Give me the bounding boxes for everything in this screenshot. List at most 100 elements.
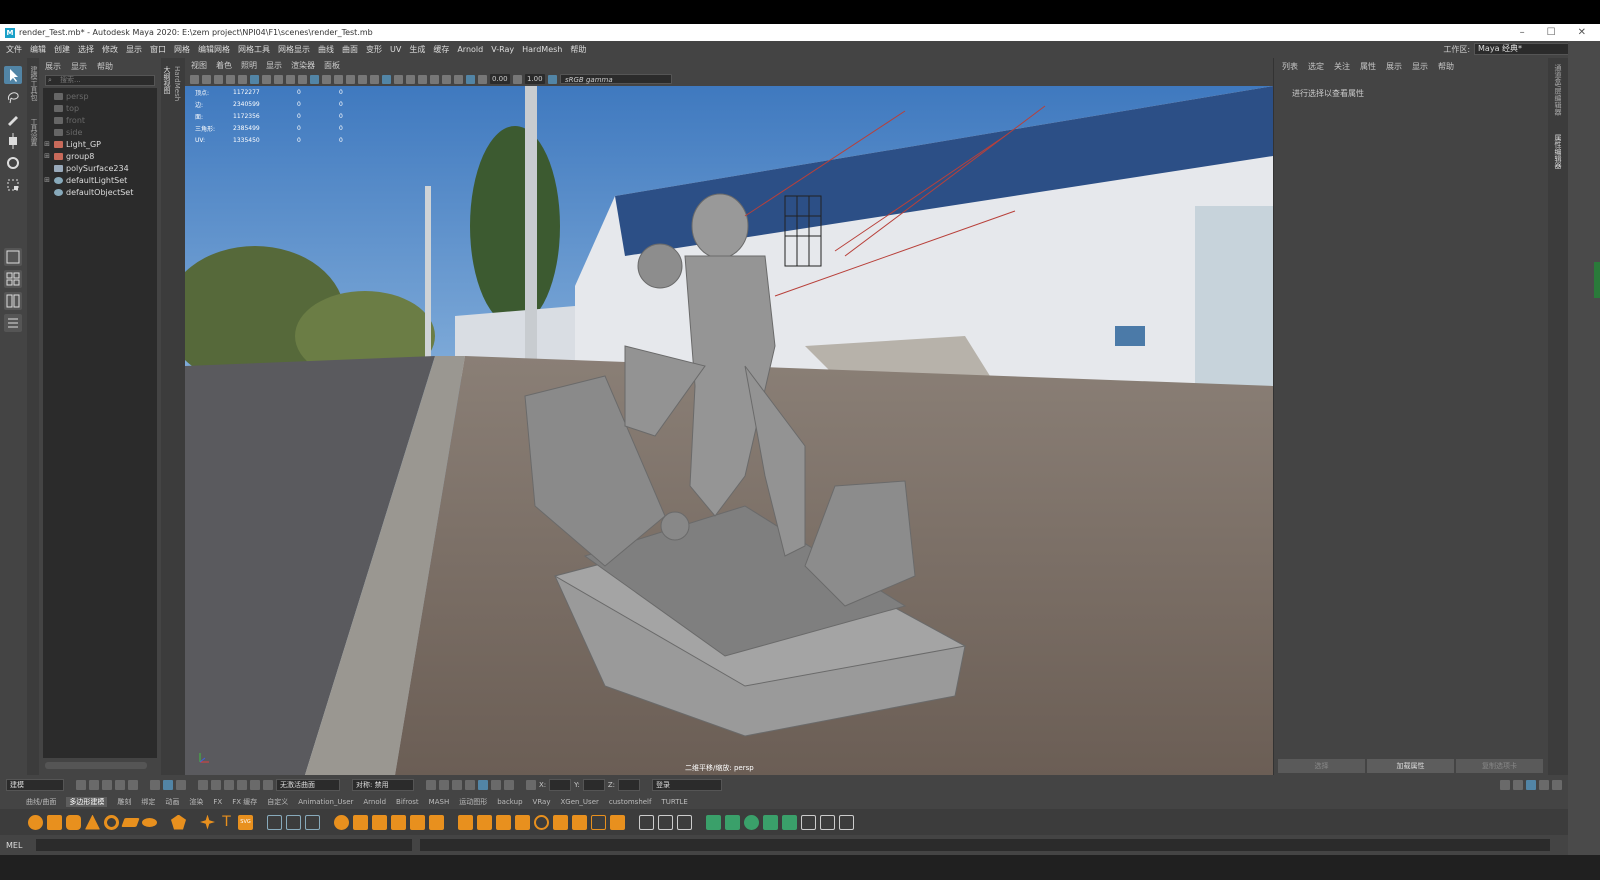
maximize-button[interactable]: ☐ [1547,27,1556,38]
login-dropdown[interactable]: 登录 [652,779,723,791]
scale-tool-icon[interactable] [4,176,22,194]
camera-attr-icon[interactable] [202,74,211,84]
ipr-render-icon[interactable] [452,780,462,790]
delete-history-icon[interactable] [839,814,854,830]
command-language-label[interactable]: MEL [6,841,28,850]
ssao-icon[interactable] [310,74,319,84]
combine-icon[interactable] [334,814,349,830]
shelf-tab-animation-user[interactable]: Animation_User [298,798,353,806]
outliner-tab[interactable]: 大纲视图 [162,66,172,94]
outliner-item-top[interactable]: top [43,102,157,114]
four-view-icon[interactable] [4,270,22,288]
platonic-solid-icon[interactable] [171,814,186,830]
live-surface-field[interactable]: 无激活曲面 [276,779,340,791]
motion-blur-icon[interactable] [322,74,331,84]
fill-hole-icon[interactable] [534,814,549,830]
planar-uv-icon[interactable] [706,814,721,830]
attribute-editor-tab[interactable]: 属性编辑器 [1553,134,1563,169]
menu-edit[interactable]: 编辑 [30,44,46,55]
grid-icon[interactable] [238,74,247,84]
tool-settings-icon[interactable] [1539,780,1549,790]
workspace-dropdown[interactable]: Maya 经典* [1474,43,1571,55]
xray-icon[interactable] [358,74,367,84]
grease-pencil-icon[interactable] [466,74,475,84]
attr-menu-focus[interactable]: 关注 [1334,61,1350,71]
expand-icon[interactable]: ⊞ [43,152,51,160]
minimize-button[interactable]: – [1520,27,1525,38]
cylindrical-uv-icon[interactable] [725,814,740,830]
shelf-tab-curves[interactable]: 曲线/曲面 [26,797,56,807]
shelf-tab-customshelf[interactable]: customshelf [609,798,652,806]
resolution-gate-icon[interactable] [394,74,403,84]
rotate-tool-icon[interactable] [4,154,22,172]
textured-icon[interactable] [274,74,283,84]
redo-icon[interactable] [128,780,138,790]
uv-cut-icon[interactable] [782,814,797,830]
channel-box-tab[interactable]: 通道盒/层编辑器 [1553,64,1563,115]
menu-help[interactable]: 帮助 [570,44,586,55]
shelf-tab-xgen-user[interactable]: XGen_User [560,798,598,806]
target-weld-icon[interactable] [658,814,673,830]
shelf-tab-vray[interactable]: VRay [533,798,551,806]
close-button[interactable]: ✕ [1578,27,1586,38]
safe-action-icon[interactable] [430,74,439,84]
attr-menu-selected[interactable]: 选定 [1308,61,1324,71]
outliner-item-default-light-set[interactable]: ⊞ defaultLightSet [43,174,157,186]
move-tool-icon[interactable] [4,132,22,150]
merge-icon[interactable] [572,814,587,830]
shelf-tab-fx[interactable]: FX [213,798,222,806]
select-hierarchy-icon[interactable] [150,780,160,790]
outliner-item-front[interactable]: front [43,114,157,126]
make-hole-icon[interactable] [553,814,568,830]
attr-select-button[interactable]: 选择 [1278,759,1365,773]
viewport-menu-renderer[interactable]: 渲染器 [291,60,315,70]
attr-menu-list[interactable]: 列表 [1282,61,1298,71]
bookmark-icon[interactable] [214,74,223,84]
outliner-search-input[interactable]: 搜索... ⌕ [45,75,155,86]
menu-arnold[interactable]: Arnold [457,45,483,54]
menu-mesh-display[interactable]: 网格显示 [278,44,310,55]
attr-menu-help[interactable]: 帮助 [1438,61,1454,71]
smooth-shade-icon[interactable] [262,74,271,84]
poly-cylinder-icon[interactable] [66,814,81,830]
shelf-tab-sculpting[interactable]: 雕刻 [117,797,131,807]
xray-joints-icon[interactable] [370,74,379,84]
shelf-tab-custom[interactable]: 自定义 [267,797,288,807]
two-view-icon[interactable] [4,292,22,310]
boolean-icon[interactable] [391,814,406,830]
snap-live-icon[interactable] [263,780,273,790]
render-view-icon[interactable] [465,780,475,790]
outliner-item-light-gp[interactable]: ⊞ Light_GP [43,138,157,150]
shelf-tab-turtle[interactable]: TURTLE [661,798,687,806]
outliner-item-group8[interactable]: ⊞ group8 [43,150,157,162]
arnold-render-icon[interactable] [491,780,501,790]
attr-menu-attributes[interactable]: 属性 [1360,61,1376,71]
separate-icon[interactable] [353,814,368,830]
modeling-toolkit-tab[interactable]: 建模工具包 [29,66,39,101]
z-field[interactable] [618,779,641,791]
outliner-item-persp[interactable]: persp [43,90,157,102]
hardmesh-tab[interactable]: HardMesh [173,66,181,101]
hypershade-icon[interactable] [478,780,488,790]
expand-icon[interactable]: ⊞ [43,140,51,148]
bevel-icon[interactable] [496,814,511,830]
symmetry-tool-icon[interactable] [820,814,835,830]
multicut-icon[interactable] [639,814,654,830]
menu-file[interactable]: 文件 [6,44,22,55]
transform-mode-icon[interactable] [526,780,536,790]
outliner-item-default-object-set[interactable]: defaultObjectSet [43,186,157,198]
menu-curves[interactable]: 曲线 [318,44,334,55]
type-tool-icon[interactable]: T [219,814,234,830]
shelf-tab-rigging[interactable]: 绑定 [141,797,155,807]
menu-select[interactable]: 选择 [78,44,94,55]
shelf-tab-backup[interactable]: backup [497,798,522,806]
aa-icon[interactable] [334,74,343,84]
expand-icon[interactable]: ⊞ [43,176,51,184]
attr-menu-display[interactable]: 显示 [1412,61,1428,71]
menu-deform[interactable]: 变形 [366,44,382,55]
attr-load-button[interactable]: 加载属性 [1367,759,1454,773]
poly-cube-icon[interactable] [47,814,62,830]
menu-modify[interactable]: 修改 [102,44,118,55]
menu-set-dropdown[interactable]: 建模 [6,779,64,791]
menu-windows[interactable]: 窗口 [150,44,166,55]
